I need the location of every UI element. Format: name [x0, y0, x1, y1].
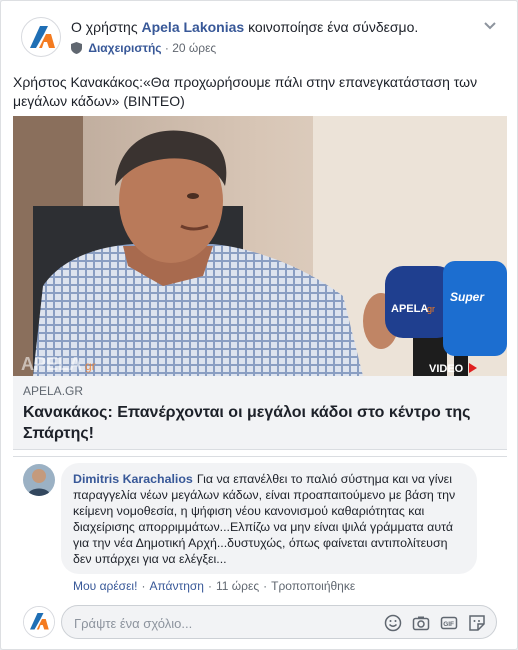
action-dot: · [141, 579, 146, 593]
post-timestamp[interactable]: 20 ώρες [172, 41, 216, 55]
emoji-icon[interactable] [384, 614, 402, 632]
mic-left-label: APELA [391, 303, 428, 315]
link-domain: APELA.GR [23, 384, 84, 398]
comment-actions: Μου αρέσει! · Απάντηση · 11 ώρες · Τροποποιήθη… [73, 579, 355, 593]
video-badge: VIDEO [429, 363, 464, 375]
watermark-gr: gr [85, 359, 96, 373]
current-user-avatar [23, 606, 55, 638]
chevron-down-icon[interactable] [483, 19, 497, 33]
share-line: Ο χρήστης Apela Lakonias κοινοποίησε ένα… [71, 19, 418, 35]
post-header: Ο χρήστης Apela Lakonias κοινοποίησε ένα… [13, 13, 507, 61]
video-thumbnail: APELA gr Super APELA gr VIDEO [13, 116, 507, 376]
shield-icon [71, 42, 82, 57]
post-caption: Χρήστος Κανακάκος:«Θα προχωρήσουμε πάλι … [13, 74, 478, 109]
commenter-avatar[interactable] [23, 464, 55, 496]
comments-divider [13, 456, 507, 457]
share-suffix: κοινοποίησε ένα σύνδεσμο. [248, 19, 419, 35]
like-comment-link[interactable]: Μου αρέσει! [73, 579, 137, 593]
action-dot: · [263, 579, 268, 593]
comment-timestamp[interactable]: 11 ώρες [216, 579, 259, 593]
comment-composer: GIF [61, 605, 497, 639]
link-title[interactable]: Κανακάκος: Επανέρχονται οι μεγάλοι κάδοι… [23, 402, 493, 444]
reply-comment-link[interactable]: Απάντηση [149, 579, 204, 593]
watermark-text: APELA [21, 354, 82, 374]
link-preview-image[interactable]: APELA gr Super APELA gr VIDEO [13, 116, 507, 376]
page-avatar[interactable] [21, 17, 61, 57]
mic-right-label: Super [450, 290, 485, 304]
comment-text: Για να επανέλθει το παλιό σύστημα και να… [73, 472, 456, 566]
gif-icon[interactable]: GIF [440, 614, 458, 632]
post-card: Ο χρήστης Apela Lakonias κοινοποίησε ένα… [0, 0, 518, 650]
mic-left-gr: gr [427, 304, 435, 314]
camera-icon[interactable] [412, 614, 430, 632]
link-preview-meta[interactable]: APELA.GR Κανακάκος: Επανέρχονται οι μεγά… [13, 376, 507, 450]
sticker-icon[interactable] [468, 614, 486, 632]
meta-separator: · [164, 41, 169, 55]
edited-label[interactable]: Τροποποιήθηκε [271, 579, 355, 593]
share-prefix: Ο χρήστης [71, 19, 138, 35]
comment-author-link[interactable]: Dimitris Karachalios [73, 472, 193, 486]
comment-input[interactable] [74, 614, 334, 632]
role-label: Διαχειριστής [88, 41, 162, 55]
comment-bubble: Dimitris Karachalios Για να επανέλθει το … [61, 463, 477, 574]
action-dot: · [207, 579, 212, 593]
post-meta: Διαχειριστής · 20 ώρες [71, 41, 216, 57]
svg-text:GIF: GIF [443, 621, 454, 628]
page-name-link[interactable]: Apela Lakonias [141, 19, 244, 35]
